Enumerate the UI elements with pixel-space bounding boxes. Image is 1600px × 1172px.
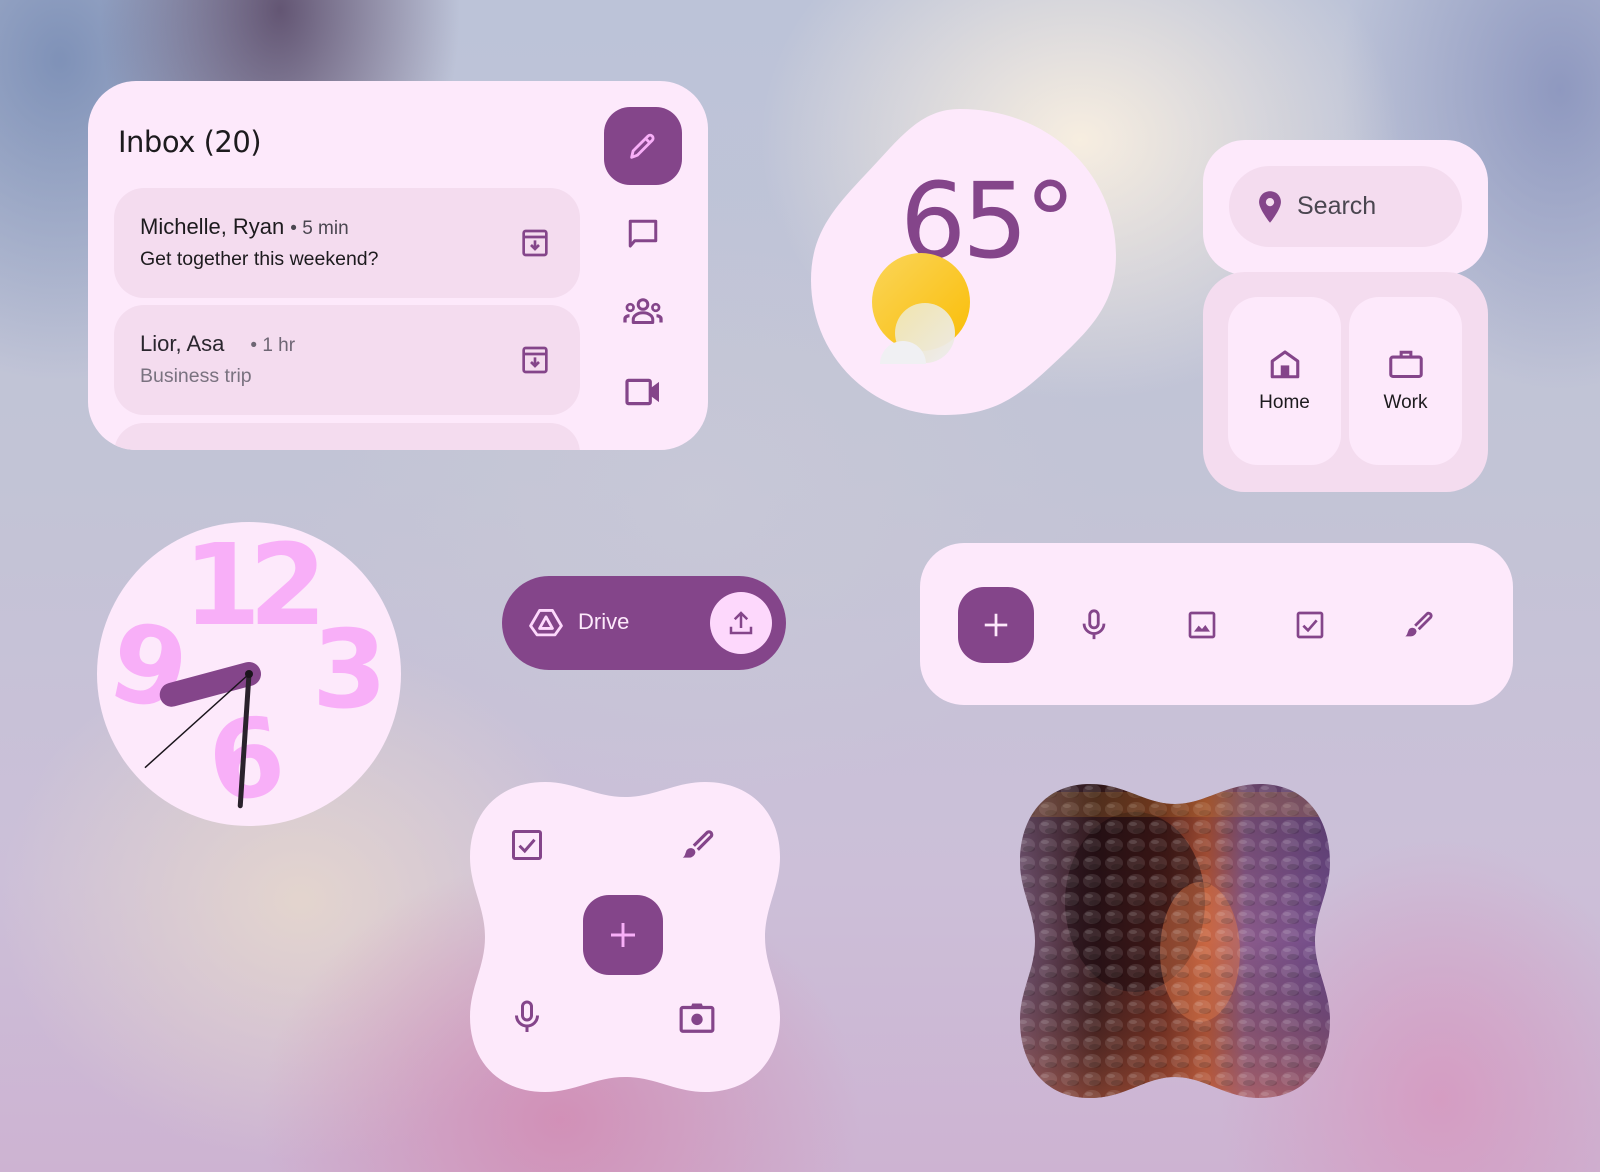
checklist-note-button[interactable] <box>1286 601 1334 649</box>
drive-label: Drive <box>578 609 630 634</box>
archive-button[interactable] <box>516 341 554 379</box>
brush-icon <box>1405 611 1433 637</box>
voice-note-button[interactable] <box>1070 601 1118 649</box>
voice-button[interactable] <box>504 994 550 1040</box>
archive-button[interactable] <box>516 224 554 262</box>
briefcase-icon <box>1388 350 1423 378</box>
pencil-icon <box>630 133 655 159</box>
mic-icon <box>1082 609 1106 640</box>
weather-widget[interactable]: 65° <box>810 105 1120 415</box>
sender-name: Lior, Asa <box>140 331 225 356</box>
message-sender: Michelle, Ryan • 5 min <box>140 214 349 240</box>
video-call-button[interactable] <box>618 367 668 417</box>
shortcut-label: Home <box>1259 392 1310 413</box>
quick-actions-widget <box>470 782 780 1092</box>
shortcut-work[interactable]: Work <box>1349 297 1462 465</box>
drive-widget[interactable]: Drive <box>502 576 786 670</box>
search-input[interactable]: Search <box>1229 166 1462 247</box>
chat-bubble-icon <box>628 219 658 248</box>
photo-widget[interactable] <box>1015 782 1335 1100</box>
sender-name: Michelle, Ryan <box>140 214 285 239</box>
location-pin-icon <box>1259 190 1281 223</box>
message-subject: Business trip <box>140 365 252 387</box>
shortcut-label: Work <box>1383 392 1428 413</box>
clock-hands <box>144 662 261 809</box>
message-subject: Get together this weekend? <box>140 248 379 270</box>
camera-icon <box>679 1003 715 1033</box>
inbox-title: Inbox (20) <box>118 125 262 159</box>
chat-button[interactable] <box>618 209 668 259</box>
message-time: • 5 min <box>290 218 349 239</box>
group-icon <box>623 298 663 324</box>
message-sender: Lior, Asa • 1 hr <box>140 331 295 357</box>
clock-center-pin <box>245 670 253 678</box>
archive-icon <box>522 229 548 257</box>
drive-icon <box>529 609 563 637</box>
mic-icon <box>515 1000 539 1032</box>
checklist-button[interactable] <box>504 822 550 868</box>
upload-icon <box>729 611 753 635</box>
brush-icon <box>682 830 714 858</box>
upload-button[interactable] <box>710 592 772 654</box>
checkbox-icon <box>512 830 542 860</box>
home-icon <box>1270 350 1299 379</box>
inbox-widget: Inbox (20) Michelle, Ryan • 5 min Get to… <box>88 81 708 450</box>
analog-clock-widget[interactable]: 12 3 6 9 <box>97 522 401 826</box>
plus-icon <box>984 613 1008 637</box>
message-item[interactable]: Michelle, Ryan • 5 min Get together this … <box>114 188 580 298</box>
groups-button[interactable] <box>618 287 668 337</box>
message-item[interactable]: Lior, Asa • 1 hr Business trip <box>114 305 580 415</box>
shortcut-home[interactable]: Home <box>1228 297 1341 465</box>
search-placeholder: Search <box>1297 192 1377 220</box>
videocam-icon <box>625 378 659 406</box>
message-item-partial[interactable] <box>114 423 580 450</box>
add-button[interactable] <box>583 895 663 975</box>
image-note-button[interactable] <box>1178 601 1226 649</box>
photo-image <box>1020 784 1330 1098</box>
new-note-button[interactable] <box>958 587 1034 663</box>
note-toolbar-widget <box>920 543 1513 705</box>
drawing-note-button[interactable] <box>1394 601 1442 649</box>
camera-button[interactable] <box>674 994 720 1040</box>
compose-button[interactable] <box>604 107 682 185</box>
maps-shortcuts-widget: Home Work <box>1203 272 1488 492</box>
checkbox-icon <box>1296 611 1324 639</box>
image-icon <box>1188 611 1216 639</box>
message-time: • 1 hr <box>250 335 296 356</box>
drawing-button[interactable] <box>674 822 720 868</box>
archive-icon <box>522 346 548 374</box>
plus-icon <box>611 923 635 947</box>
maps-search-widget: Search <box>1203 140 1488 275</box>
minute-hand <box>237 671 252 809</box>
